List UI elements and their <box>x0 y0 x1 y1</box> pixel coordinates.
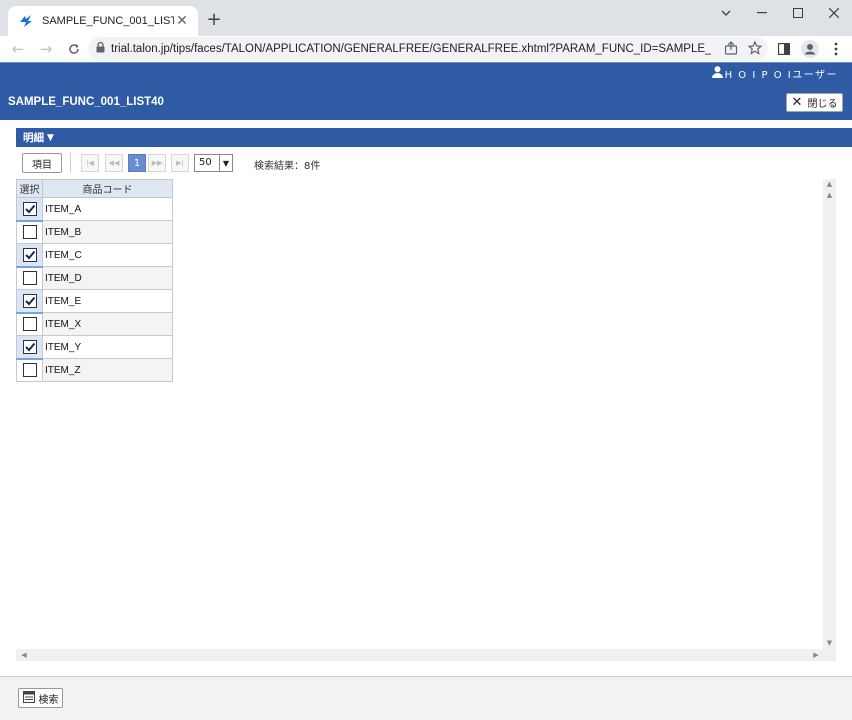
item-code-cell: ITEM_C <box>42 243 173 267</box>
collapse-triangle-icon: ▼ <box>47 132 54 143</box>
user-info[interactable]: H O I P O Iユーザー <box>711 66 838 81</box>
browser-tabstrip: SAMPLE_FUNC_001_LIST40 ✕ + <box>0 0 852 36</box>
item-code-cell: ITEM_E <box>42 289 173 313</box>
row-select-cell <box>16 197 43 222</box>
url-text: trial.talon.jp/tips/faces/TALON/APPLICAT… <box>111 43 711 55</box>
table-row[interactable]: ITEM_D <box>16 266 173 290</box>
checkbox-checked[interactable] <box>22 293 37 308</box>
horizontal-scrollbar[interactable]: ◀ ▶ <box>16 649 836 661</box>
column-header-code[interactable]: 商品コード <box>42 179 173 198</box>
result-table: 選択 商品コード ITEM_A ITEM_B ITEM_C ITEM_D ITEM_E I… <box>16 179 173 382</box>
next-page-icon[interactable]: ▶▶ <box>148 154 166 172</box>
profile-avatar-icon[interactable] <box>800 39 820 59</box>
table-row[interactable]: ITEM_X <box>16 312 173 336</box>
forward-arrow-icon[interactable]: → <box>34 37 58 61</box>
app-header: H O I P O Iユーザー SAMPLE_FUNC_001_LIST40 ✕… <box>0 62 852 120</box>
first-page-icon[interactable]: |◀ <box>81 154 99 172</box>
lock-icon <box>96 41 105 56</box>
share-icon[interactable] <box>724 41 738 58</box>
page-size-select[interactable]: 50 ▼ <box>194 154 233 172</box>
page-number-current[interactable]: 1 <box>128 154 146 172</box>
scroll-right-icon[interactable]: ▶ <box>810 649 822 661</box>
prev-page-icon[interactable]: ◀◀ <box>105 154 123 172</box>
table-row[interactable]: ITEM_E <box>16 289 173 314</box>
page-title: SAMPLE_FUNC_001_LIST40 <box>8 96 164 108</box>
row-select-cell <box>16 358 43 382</box>
table-row[interactable]: ITEM_C <box>16 243 173 268</box>
grid-area: 選択 商品コード ITEM_A ITEM_B ITEM_C ITEM_D ITEM_E I… <box>16 179 836 661</box>
checkbox-checked[interactable] <box>22 201 37 216</box>
checkbox-unchecked[interactable] <box>22 363 37 378</box>
scroll-left-icon[interactable]: ◀ <box>18 649 30 661</box>
checkmark-icon <box>24 342 35 352</box>
browser-toolbar: ← → trial.talon.jp/tips/faces/TALON/APPL… <box>0 36 852 62</box>
item-code-cell: ITEM_D <box>42 266 173 290</box>
item-code-cell: ITEM_Z <box>42 358 173 382</box>
checkmark-icon <box>24 296 35 306</box>
bookmark-star-icon[interactable] <box>747 40 763 58</box>
item-code-cell: ITEM_B <box>42 220 173 244</box>
item-code-cell: ITEM_X <box>42 312 173 336</box>
vertical-scrollbar[interactable]: ▲ ▲ ▼ <box>823 179 836 649</box>
row-select-cell <box>16 335 43 360</box>
chevron-down-icon[interactable] <box>708 0 744 26</box>
checkbox-unchecked[interactable] <box>22 225 37 240</box>
column-settings-button[interactable]: 項目 <box>22 153 62 173</box>
talon-favicon-icon <box>18 13 34 29</box>
window-close-icon[interactable] <box>816 0 852 26</box>
section-label: 明細 <box>23 132 44 144</box>
side-panel-icon[interactable] <box>774 39 794 59</box>
search-form-icon <box>22 690 39 706</box>
paginator: 項目 |◀ ◀◀ 1 ▶▶ ▶| 50 ▼ 検索結果：8件 <box>16 152 416 174</box>
back-arrow-icon[interactable]: ← <box>6 37 30 61</box>
search-button-label: 検索 <box>38 694 59 706</box>
row-select-cell <box>16 312 43 336</box>
main-content: 明細 ▼ 項目 |◀ ◀◀ 1 ▶▶ ▶| 50 ▼ 検索結果：8件 選択 商品… <box>0 120 852 676</box>
checkbox-checked[interactable] <box>22 339 37 354</box>
item-code-cell: ITEM_A <box>42 197 173 221</box>
row-select-cell <box>16 243 43 268</box>
checkmark-icon <box>24 250 35 260</box>
close-button-label: 閉じる <box>807 99 838 110</box>
browser-tab[interactable]: SAMPLE_FUNC_001_LIST40 ✕ <box>8 6 198 36</box>
tab-close-icon[interactable]: ✕ <box>174 13 190 29</box>
user-icon <box>711 66 725 81</box>
table-row[interactable]: ITEM_A <box>16 197 173 222</box>
scroll-down-icon[interactable]: ▼ <box>823 638 836 649</box>
minimize-icon[interactable] <box>744 0 780 26</box>
detail-section-header[interactable]: 明細 ▼ <box>16 128 852 147</box>
footer-bar: 検索 <box>0 676 852 720</box>
close-icon: ✕ <box>791 95 803 110</box>
tab-title: SAMPLE_FUNC_001_LIST40 <box>42 15 174 27</box>
window-controls <box>708 0 852 30</box>
dropdown-arrow-icon: ▼ <box>219 155 232 171</box>
table-row[interactable]: ITEM_Y <box>16 335 173 360</box>
row-select-cell <box>16 220 43 244</box>
page-size-value: 50 <box>199 157 212 168</box>
last-page-icon[interactable]: ▶| <box>171 154 189 172</box>
divider <box>70 153 71 173</box>
scroll-up-icon[interactable]: ▲ <box>823 190 836 201</box>
new-tab-icon[interactable]: + <box>204 10 224 30</box>
row-select-cell <box>16 266 43 290</box>
browser-menu-icon[interactable] <box>826 39 846 59</box>
column-header-select[interactable]: 選択 <box>16 179 43 198</box>
checkbox-unchecked[interactable] <box>22 271 37 286</box>
search-button[interactable]: 検索 <box>18 688 63 708</box>
close-button[interactable]: ✕ 閉じる <box>786 93 843 112</box>
checkbox-unchecked[interactable] <box>22 317 37 332</box>
row-select-cell <box>16 289 43 314</box>
result-count: 検索結果：8件 <box>254 161 321 172</box>
table-row[interactable]: ITEM_B <box>16 220 173 244</box>
user-name: H O I P O Iユーザー <box>724 70 838 81</box>
address-bar[interactable]: trial.talon.jp/tips/faces/TALON/APPLICAT… <box>88 37 768 61</box>
scroll-up-icon[interactable]: ▲ <box>823 179 836 190</box>
maximize-icon[interactable] <box>780 0 816 26</box>
reload-icon[interactable] <box>62 37 86 61</box>
item-code-cell: ITEM_Y <box>42 335 173 359</box>
checkbox-checked[interactable] <box>22 247 37 262</box>
table-row[interactable]: ITEM_Z <box>16 358 173 382</box>
checkmark-icon <box>24 204 35 214</box>
